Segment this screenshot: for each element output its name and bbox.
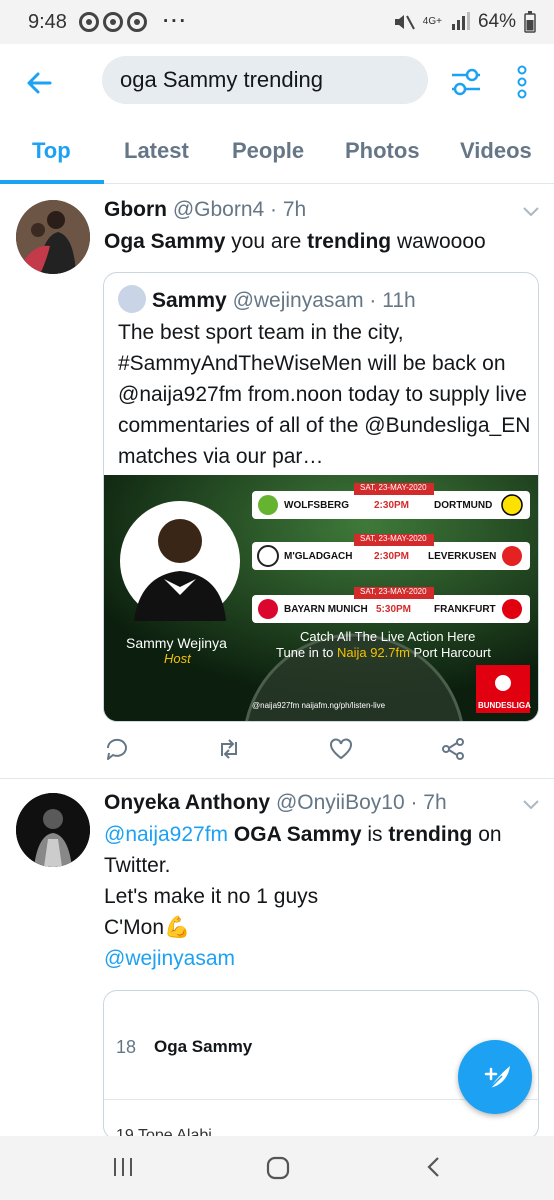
chevron-down-icon[interactable]: [522, 799, 540, 811]
avatar[interactable]: [16, 793, 90, 867]
display-name[interactable]: Gborn: [104, 198, 167, 221]
bold-text: trending: [388, 823, 473, 846]
compose-tweet-button[interactable]: [458, 1040, 532, 1114]
signal-icon: [451, 12, 470, 30]
display-name[interactable]: Onyeka Anthony: [104, 791, 270, 814]
bold-text: OGA Sammy: [233, 823, 362, 846]
text-segment: is: [361, 823, 389, 846]
match-home: WOLFSBERG: [284, 500, 349, 511]
tweet-line: Let's make it no 1 guys: [104, 885, 319, 908]
bundesliga-logo-text: BUNDESLIGA: [478, 701, 531, 710]
tweet-header: Gborn @Gborn4 · 7h: [104, 198, 306, 222]
tab-photos[interactable]: Photos: [345, 138, 420, 164]
match-date: SAT, 23-MAY-2020: [360, 534, 427, 543]
search-input[interactable]: oga Sammy trending: [102, 56, 428, 104]
chevron-down-icon[interactable]: [522, 206, 540, 218]
match-home: BAYARN MUNICH: [284, 604, 368, 615]
back-icon[interactable]: [422, 1154, 446, 1180]
tweet-actions: [104, 736, 484, 770]
reply-icon[interactable]: [104, 736, 130, 762]
mention-link[interactable]: @wejinyasam: [104, 943, 544, 974]
bold-text: Oga Sammy: [104, 230, 226, 253]
match-home: M'GLADGACH: [284, 551, 353, 562]
match-time: 2:30PM: [374, 551, 410, 562]
tweet-header: Onyeka Anthony @OnyiiBoy10 · 7h: [104, 791, 447, 815]
match-date: SAT, 23-MAY-2020: [360, 483, 427, 492]
quoted-display-name: Sammy: [152, 289, 227, 312]
tagline-segment: Tune in to: [276, 645, 337, 660]
feather-plus-icon: [484, 1066, 510, 1089]
handle-and-time: @Gborn4 · 7h: [172, 198, 307, 221]
recent-apps-icon[interactable]: [110, 1154, 136, 1180]
host-role: Host: [164, 651, 191, 666]
tagline-segment: Port Harcourt: [409, 645, 491, 660]
battery-icon: [524, 11, 536, 33]
battery-percent: 64%: [477, 11, 516, 32]
mute-icon: [394, 15, 415, 30]
quoted-tweet-header: Sammy @wejinyasam · 11h: [118, 285, 416, 313]
more-notifications-indicator: ···: [162, 11, 188, 32]
match-time: 2:30PM: [374, 500, 410, 511]
match-away: DORTMUND: [434, 500, 493, 511]
station-name: Naija 92.7fm: [336, 645, 410, 660]
bold-text: trending: [307, 230, 392, 253]
avatar-photo: [16, 200, 90, 274]
tab-top[interactable]: Top: [32, 138, 71, 164]
app-notification-icon: [102, 12, 123, 32]
promo-tagline-2: Tune in to Naija 92.7fm Port Harcourt: [276, 645, 491, 660]
search-header: oga Sammy trending: [0, 44, 554, 122]
quoted-tweet[interactable]: Sammy @wejinyasam · 11h The best sport t…: [103, 272, 539, 722]
tweet[interactable]: Gborn @Gborn4 · 7h Oga Sammy you are tre…: [0, 184, 554, 778]
search-filter-icon[interactable]: [448, 64, 484, 100]
tweet-line: Twitter.: [104, 854, 171, 877]
quoted-avatar: [118, 285, 146, 313]
avatar-photo: [16, 793, 90, 867]
match-date: SAT, 23-MAY-2020: [360, 587, 427, 596]
tab-videos[interactable]: Videos: [460, 138, 532, 164]
trend-name: Oga Sammy: [154, 1037, 253, 1056]
tab-people[interactable]: People: [232, 138, 304, 164]
like-heart-icon[interactable]: [328, 736, 354, 762]
mention-link[interactable]: @naija927fm: [104, 823, 228, 846]
text-segment: you are: [225, 230, 308, 253]
back-arrow-icon[interactable]: [22, 66, 56, 100]
tweet-text: @naija927fm OGA Sammy is trending on Twi…: [104, 819, 544, 974]
promo-graphic: [104, 475, 538, 721]
avatar[interactable]: [16, 200, 90, 274]
match-away: FRANKFURT: [434, 604, 496, 615]
retweet-icon[interactable]: [216, 736, 242, 762]
quoted-tweet-text: The best sport team in the city, #SammyA…: [118, 321, 531, 468]
host-name: Sammy Wejinya: [126, 635, 227, 651]
trend-rank: 18: [116, 1037, 137, 1057]
text-segment: wawoooo: [391, 230, 486, 253]
handle-and-time: @OnyiiBoy10 · 7h: [275, 791, 447, 814]
tab-latest[interactable]: Latest: [124, 138, 189, 164]
tweet-text: Oga Sammy you are trending wawoooo: [104, 226, 544, 257]
app-notification-icon: [126, 12, 147, 32]
text-segment: on: [472, 823, 502, 846]
app-notification-icon: [78, 12, 99, 32]
home-icon[interactable]: [264, 1154, 292, 1182]
promo-tagline: Catch All The Live Action Here: [300, 629, 476, 644]
overflow-menu-icon[interactable]: [512, 62, 532, 102]
match-time: 5:30PM: [376, 604, 412, 615]
search-tabs: Top Latest People Photos Videos: [0, 122, 554, 184]
share-icon[interactable]: [440, 736, 466, 762]
status-bar: 9:48 ··· 4G+ 64%: [0, 0, 554, 44]
network-type: 4G+: [422, 16, 442, 27]
tweet-line: C'Mon💪: [104, 916, 191, 939]
quoted-handle-and-time: @wejinyasam · 11h: [232, 289, 416, 312]
quoted-tweet-image[interactable]: Sammy Wejinya Host SAT, 23-MAY-2020 WOLF…: [104, 475, 538, 721]
clock: 9:48: [28, 10, 67, 33]
tweet-line: @naija927fm OGA Sammy is trending on: [104, 819, 544, 850]
system-nav-bar: [0, 1136, 554, 1200]
promo-footer: @naija927fm naijafm.ng/ph/listen-live: [252, 701, 386, 710]
match-away: LEVERKUSEN: [428, 551, 497, 562]
